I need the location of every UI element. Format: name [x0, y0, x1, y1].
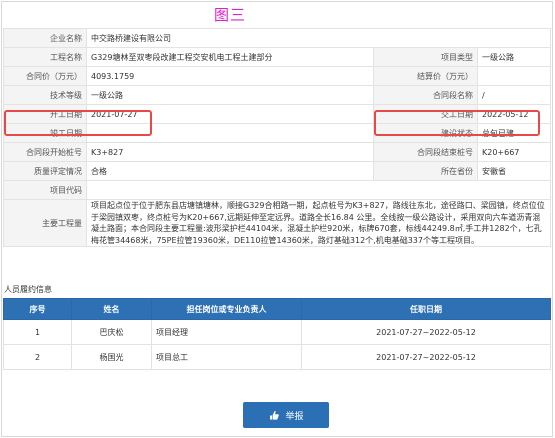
row-position: 项目经理 [151, 319, 302, 345]
quality-value: 合格 [86, 161, 374, 181]
table-row: 1 巴庆松 项目经理 2021-07-27~2022-05-12 [3, 319, 551, 345]
quality-label: 质量评定情况 [3, 161, 87, 181]
report-button[interactable]: 举报 [243, 402, 329, 428]
project-code-value [85, 180, 552, 200]
info-row: 质量评定情况 合格 所在省份 安徽省 [3, 161, 552, 181]
settlement-price-label: 结算价（万元） [373, 66, 478, 86]
personnel-table: 序号 姓名 担任岗位或专业负责人 任职日期 1 巴庆松 项目经理 2021-07… [3, 298, 551, 370]
row-name: 杨国光 [71, 344, 152, 370]
info-row: 项目代码 [3, 180, 552, 200]
figure-title: 图三 [214, 6, 247, 24]
start-stake-label: 合同段开始桩号 [3, 142, 87, 162]
project-type-value: 一级公路 [476, 47, 552, 67]
personnel-header-row: 序号 姓名 担任岗位或专业负责人 任职日期 [3, 298, 551, 320]
info-row: 合同段开始桩号 K3+827 合同段结束桩号 K20+667 [3, 142, 552, 162]
start-stake-value: K3+827 [86, 142, 374, 162]
row-name: 巴庆松 [71, 319, 152, 345]
project-name-value: G329塘林至双枣段改建工程交安机电工程土建部分 [86, 47, 374, 67]
info-row-company: 企业名称 中交路桥建设有限公司 [3, 28, 552, 48]
info-row: 合同价（万元） 4093.1759 结算价（万元） [3, 66, 552, 86]
row-position: 项目总工 [151, 344, 302, 370]
report-button-label: 举报 [285, 411, 304, 422]
province-label: 所在省份 [373, 161, 478, 181]
section-name-label: 合同段名称 [373, 85, 478, 105]
contract-price-value: 4093.1759 [86, 66, 374, 86]
col-header-term: 任职日期 [301, 298, 551, 320]
project-info-table: 企业名称 中交路桥建设有限公司 工程名称 G329塘林至双枣段改建工程交安机电工… [3, 28, 552, 247]
end-stake-label: 合同段结束桩号 [373, 142, 478, 162]
col-header-name: 姓名 [71, 298, 152, 320]
info-row-main-works: 主要工程量 项目起点位于位于肥东县店塘镇塘林，顺接G329合相路一期，起点桩号为… [3, 199, 552, 247]
main-works-label: 主要工程量 [3, 199, 87, 247]
project-code-label: 项目代码 [3, 180, 87, 200]
province-value: 安徽省 [476, 161, 552, 181]
company-value: 中交路桥建设有限公司 [85, 28, 552, 48]
col-header-position: 担任岗位或专业负责人 [151, 298, 302, 320]
row-term: 2021-07-27~2022-05-12 [301, 344, 551, 370]
handover-date-highlight [374, 110, 540, 136]
table-row: 2 杨国光 项目总工 2021-07-27~2022-05-12 [3, 344, 551, 370]
tech-grade-value: 一级公路 [86, 85, 374, 105]
info-row: 技术等级 一级公路 合同段名称 / [3, 85, 552, 105]
row-index: 1 [3, 319, 72, 345]
report-hand-icon [268, 409, 280, 421]
company-label: 企业名称 [3, 28, 87, 48]
personnel-section-title: 人员履约信息 [4, 285, 52, 294]
row-term: 2021-07-27~2022-05-12 [301, 319, 551, 345]
tech-grade-label: 技术等级 [3, 85, 87, 105]
project-type-label: 项目类型 [373, 47, 478, 67]
end-stake-value: K20+667 [476, 142, 552, 162]
row-index: 2 [3, 344, 72, 370]
start-date-highlight [4, 110, 152, 136]
project-name-label: 工程名称 [3, 47, 87, 67]
main-works-value: 项目起点位于位于肥东县店塘镇塘林，顺接G329合相路一期，起点桩号为K3+827… [85, 199, 552, 247]
settlement-price-value [476, 66, 552, 86]
col-header-index: 序号 [3, 298, 72, 320]
section-name-value: / [476, 85, 552, 105]
contract-price-label: 合同价（万元） [3, 66, 87, 86]
info-row: 工程名称 G329塘林至双枣段改建工程交安机电工程土建部分 项目类型 一级公路 [3, 47, 552, 67]
